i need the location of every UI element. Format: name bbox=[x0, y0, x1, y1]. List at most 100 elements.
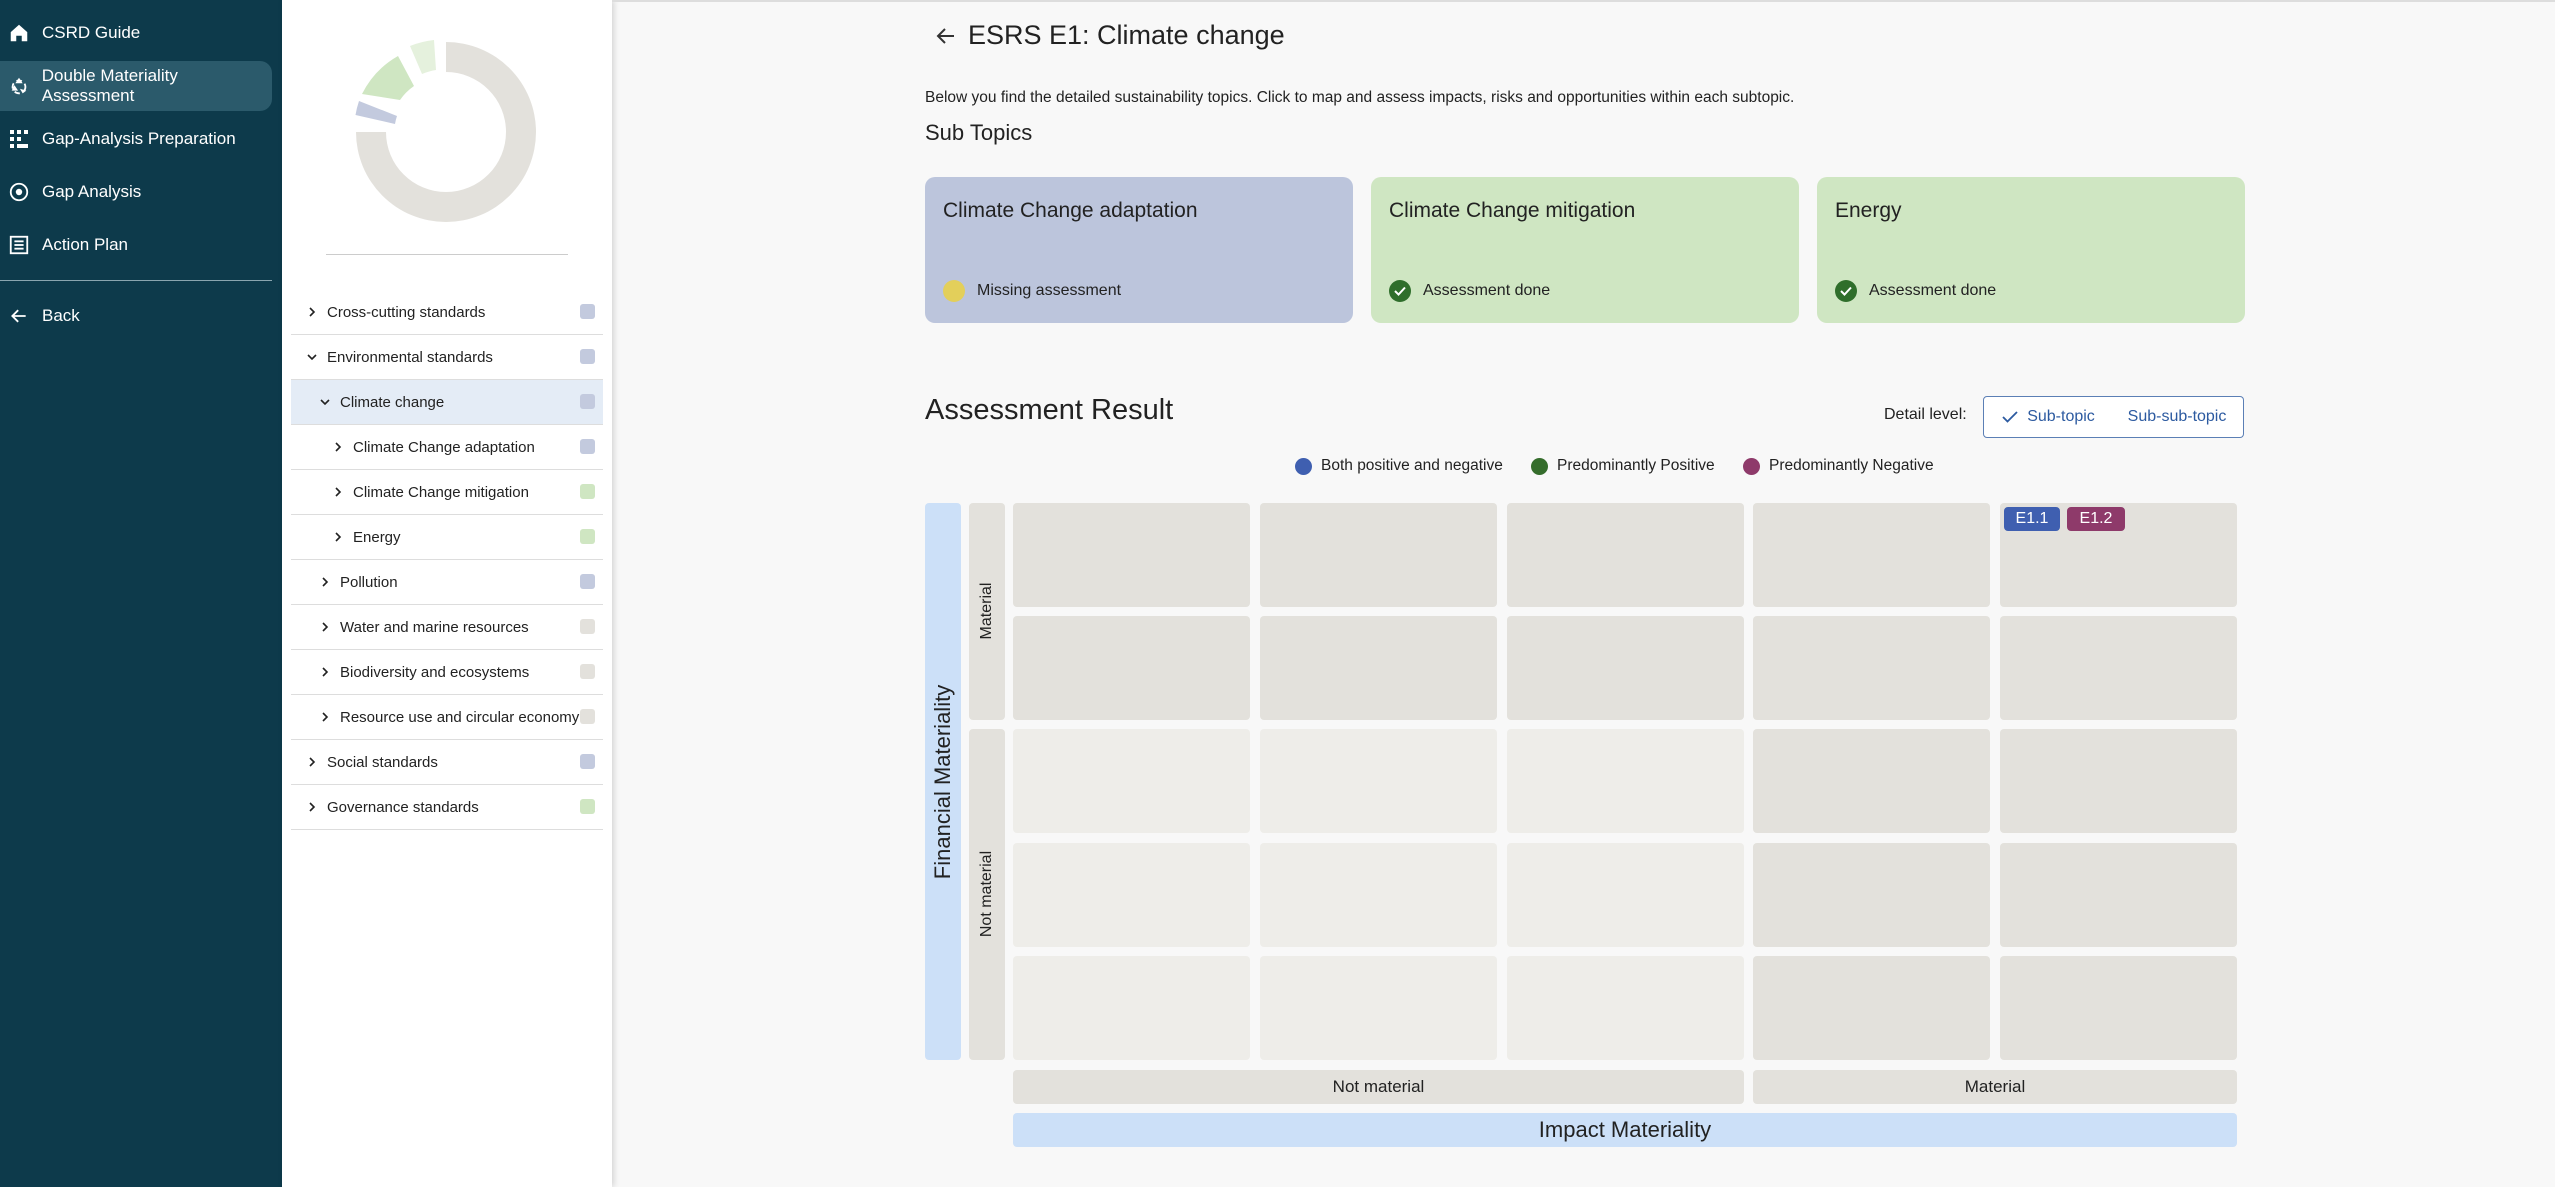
status-square bbox=[580, 394, 595, 409]
subtopic-card-climate-change-adaptation[interactable]: Climate Change adaptation Missing assess… bbox=[925, 177, 1353, 323]
tree-row-climate-change-mitigation[interactable]: Climate Change mitigation bbox=[291, 470, 603, 515]
matrix-cell[interactable] bbox=[1260, 503, 1497, 607]
tree-row-climate-change[interactable]: Climate change bbox=[291, 380, 603, 425]
matrix-cell[interactable] bbox=[1013, 616, 1250, 720]
matrix-cell[interactable] bbox=[1260, 729, 1497, 833]
matrix-cell[interactable] bbox=[1507, 729, 1744, 833]
card-title: Climate Change mitigation bbox=[1389, 199, 1636, 222]
chevron-right-icon bbox=[309, 757, 316, 767]
status-square bbox=[580, 664, 595, 679]
status-square bbox=[580, 709, 595, 724]
status-square bbox=[580, 574, 595, 589]
topic-badge-e1-1[interactable]: E1.1 bbox=[2004, 507, 2060, 531]
tree-row-pollution[interactable]: Pollution bbox=[291, 560, 603, 605]
nav-item-gap-analysis-preparation[interactable]: Gap-Analysis Preparation bbox=[0, 114, 272, 164]
page-title: ESRS E1: Climate change bbox=[968, 20, 1285, 50]
financial-materiality-label: Financial Materiality bbox=[930, 684, 955, 880]
status-square bbox=[580, 349, 595, 364]
assessment-result-heading: Assessment Result bbox=[925, 394, 1174, 426]
matrix-cell[interactable] bbox=[1507, 956, 1744, 1060]
legend-dot bbox=[1295, 457, 1312, 475]
y-not-material-label: Not material bbox=[978, 850, 995, 938]
nav-back-label: Back bbox=[42, 306, 80, 325]
arrow-left-icon bbox=[7, 304, 31, 328]
status-square bbox=[580, 799, 595, 814]
chevron-right-icon bbox=[322, 577, 329, 587]
list-icon bbox=[7, 233, 31, 257]
matrix-cell[interactable] bbox=[1013, 503, 1250, 607]
matrix-cell[interactable] bbox=[1260, 616, 1497, 720]
card-title: Energy bbox=[1835, 199, 1902, 222]
tree-row-cross-cutting-standards[interactable]: Cross-cutting standards bbox=[291, 290, 603, 335]
tree-divider bbox=[326, 254, 568, 255]
chevron-down-icon bbox=[320, 399, 330, 406]
detail-level-sub-sub-topic-button[interactable]: Sub-sub-topic bbox=[2111, 396, 2244, 438]
tree-row-label: Cross-cutting standards bbox=[327, 303, 486, 321]
matrix-cell[interactable] bbox=[1507, 843, 1744, 947]
matrix-cell[interactable] bbox=[1260, 843, 1497, 947]
nav-item-csrd-guide[interactable]: CSRD Guide bbox=[0, 8, 272, 58]
tree-row-social-standards[interactable]: Social standards bbox=[291, 740, 603, 785]
matrix-cell[interactable] bbox=[2000, 843, 2237, 947]
matrix-cell[interactable] bbox=[1260, 956, 1497, 1060]
matrix-cell[interactable] bbox=[1507, 616, 1744, 720]
subtopic-card-climate-change-mitigation[interactable]: Climate Change mitigation Assessment don… bbox=[1371, 177, 1799, 323]
tree-row-water-and-marine-resources[interactable]: Water and marine resources bbox=[291, 605, 603, 650]
chevron-right-icon bbox=[322, 712, 329, 722]
chevron-right-icon bbox=[335, 442, 342, 452]
chevron-right-icon bbox=[335, 532, 342, 542]
matrix-cell[interactable] bbox=[1753, 503, 1990, 607]
matrix-cell[interactable] bbox=[1753, 729, 1990, 833]
nav-item-action-plan[interactable]: Action Plan bbox=[0, 220, 272, 270]
status-square bbox=[580, 304, 595, 319]
matrix-cell[interactable] bbox=[1013, 843, 1250, 947]
tree-row-governance-standards[interactable]: Governance standards bbox=[291, 785, 603, 830]
tree-row-label: Energy bbox=[353, 528, 401, 546]
donut-segment-missing bbox=[355, 101, 397, 124]
tree-row-biodiversity-and-ecosystems[interactable]: Biodiversity and ecosystems bbox=[291, 650, 603, 695]
nav-back-button[interactable]: Back bbox=[0, 291, 272, 341]
nav-item-double-materiality-assessment[interactable]: Double Materiality Assessment bbox=[0, 61, 272, 111]
matrix-cell[interactable] bbox=[2000, 616, 2237, 720]
tree-row-energy[interactable]: Energy bbox=[291, 515, 603, 560]
x-material-label: Material bbox=[1753, 1070, 2237, 1104]
tree-row-label: Environmental standards bbox=[327, 348, 493, 366]
matrix-cell[interactable] bbox=[1013, 956, 1250, 1060]
tree-row-label: Climate Change mitigation bbox=[353, 483, 529, 501]
matrix-cell[interactable] bbox=[2000, 729, 2237, 833]
tree-row-label: Climate Change adaptation bbox=[353, 438, 535, 456]
tree-row-resource-use-and-circular-economy[interactable]: Resource use and circular economy bbox=[291, 695, 603, 740]
tree-row-label: Pollution bbox=[340, 573, 398, 591]
matrix-cell[interactable] bbox=[1753, 956, 1990, 1060]
topic-badge-e1-2[interactable]: E1.2 bbox=[2067, 507, 2125, 531]
detail-level-label: Detail level: bbox=[1884, 406, 1967, 423]
warning-dot-icon bbox=[943, 280, 965, 302]
check-circle-icon bbox=[1835, 280, 1857, 302]
card-status: Assessment done bbox=[1835, 280, 1996, 302]
matrix-cell[interactable] bbox=[1753, 843, 1990, 947]
matrix-cell[interactable] bbox=[1753, 616, 1990, 720]
legend-item-both: Both positive and negative bbox=[1295, 457, 1503, 475]
matrix-cell[interactable] bbox=[2000, 956, 2237, 1060]
nav-item-gap-analysis[interactable]: Gap Analysis bbox=[0, 167, 272, 217]
legend-label: Both positive and negative bbox=[1321, 457, 1503, 474]
back-arrow-icon[interactable] bbox=[934, 24, 958, 48]
segment-label: Sub-topic bbox=[2027, 408, 2095, 425]
matrix-cell[interactable] bbox=[1013, 729, 1250, 833]
progress-donut-chart bbox=[355, 40, 536, 222]
check-icon bbox=[2002, 411, 2018, 423]
check-circle-icon bbox=[1389, 280, 1411, 302]
app-root: CSRD Guide Double Materiality Assessment… bbox=[0, 0, 2555, 1187]
matrix-cell[interactable] bbox=[1507, 503, 1744, 607]
tree-row-label: Climate change bbox=[340, 393, 445, 411]
card-status: Assessment done bbox=[1389, 280, 1550, 302]
tree-row-environmental-standards[interactable]: Environmental standards bbox=[291, 335, 603, 380]
home-icon bbox=[7, 21, 31, 45]
detail-level-sub-topic-button[interactable]: Sub-topic bbox=[1983, 396, 2113, 438]
subtopic-card-energy[interactable]: Energy Assessment done bbox=[1817, 177, 2245, 323]
legend-dot bbox=[1743, 457, 1760, 475]
legend-label: Predominantly Positive bbox=[1557, 457, 1715, 474]
tree-row-label: Governance standards bbox=[327, 798, 479, 816]
tree-row-climate-change-adaptation[interactable]: Climate Change adaptation bbox=[291, 425, 603, 470]
card-status: Missing assessment bbox=[943, 280, 1121, 302]
